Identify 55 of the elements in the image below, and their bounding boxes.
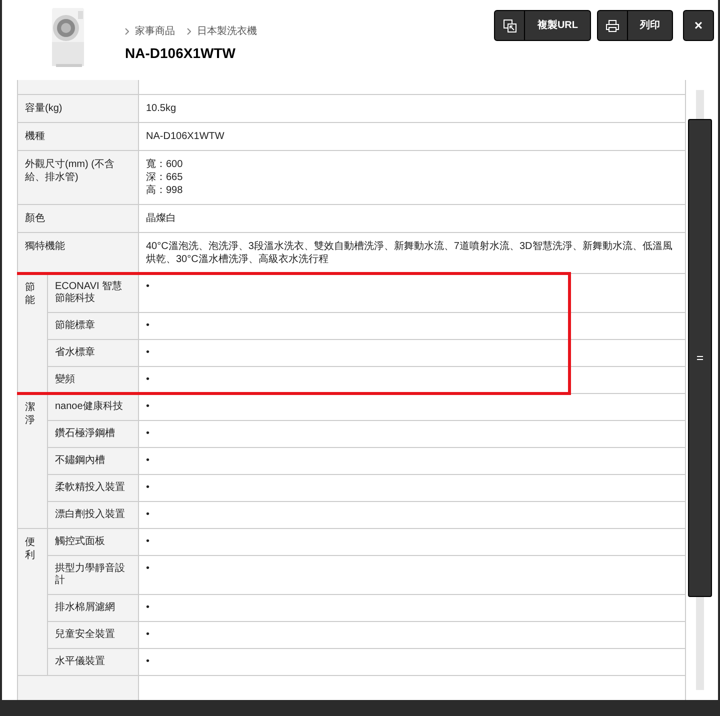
breadcrumb-link[interactable]: 日本製洗衣機	[197, 24, 257, 39]
bullet-mark: •	[146, 428, 150, 439]
bullet-mark: •	[146, 602, 150, 613]
bullet-mark: •	[146, 347, 150, 358]
copy-link-icon	[502, 18, 517, 32]
close-button[interactable]: ×	[683, 10, 714, 41]
print-button[interactable]: 列印	[597, 10, 673, 41]
bullet-mark: •	[146, 656, 150, 667]
bullet-mark: •	[146, 455, 150, 466]
grip-icon	[697, 356, 703, 360]
group-label: 便利	[25, 536, 35, 562]
bullet-mark: •	[146, 509, 150, 520]
feature-label: 排水棉屑濾網	[48, 594, 138, 622]
chevron-icon	[187, 28, 191, 35]
feature-label: 漂白劑投入裝置	[48, 502, 138, 528]
feature-label: nanoe健康科技	[48, 394, 138, 420]
bullet-mark: •	[146, 401, 150, 412]
copy-url-button[interactable]: 複製URL	[494, 10, 591, 41]
spec-label: 機種	[18, 122, 138, 150]
breadcrumb-link[interactable]: 家事商品	[135, 24, 175, 39]
bullet-mark: •	[146, 536, 150, 547]
spec-value: 深：665	[146, 171, 183, 184]
feature-label: 變頻	[48, 366, 138, 394]
spec-value: NA-D106X1WTW	[138, 122, 686, 150]
feature-label: 柔軟精投入裝置	[48, 474, 138, 502]
group-label: 節能	[25, 281, 35, 307]
feature-label: 兒童安全裝置	[48, 622, 138, 648]
feature-label: 水平儀裝置	[48, 648, 138, 676]
spec-value: 10.5kg	[138, 94, 686, 122]
feature-label: 鑽石極淨鋼槽	[48, 420, 138, 448]
group-label: 潔淨	[25, 401, 35, 427]
feature-label: ECONAVI 智慧節能科技	[48, 274, 138, 312]
spec-label: 獨特機能	[18, 232, 138, 274]
bullet-mark: •	[146, 320, 150, 331]
feature-label: 拱型力學靜音設計	[48, 556, 138, 594]
spec-value: 40°C溫泡洗、泡洗淨、3段溫水洗衣、雙效自動槽洗淨、新舞動水流、7道噴射水流、3D智慧洗淨、新舞動水流、低溫風烘乾、30°C溫水槽洗淨、高級衣水洗行程	[138, 232, 686, 274]
feature-label: 省水標章	[48, 340, 138, 366]
bullet-mark: •	[146, 374, 150, 385]
scrollbar-thumb[interactable]	[688, 119, 712, 597]
spec-value: 晶燦白	[138, 204, 686, 232]
bullet-mark: •	[146, 563, 150, 574]
spec-label: 容量(kg)	[18, 94, 138, 122]
spec-label: 外觀尺寸(mm) (不含給、排水管)	[18, 150, 138, 204]
chevron-icon	[125, 28, 129, 35]
bullet-mark: •	[146, 281, 150, 292]
feature-label: 不鏽鋼內槽	[48, 448, 138, 474]
spec-label: 顏色	[18, 204, 138, 232]
product-title: NA-D106X1WTW	[125, 44, 236, 63]
bullet-mark: •	[146, 482, 150, 493]
bullet-mark: •	[146, 629, 150, 640]
spec-value: 寬：600	[146, 158, 183, 171]
printer-icon	[606, 20, 619, 32]
spec-value: 高：998	[146, 184, 183, 197]
feature-label: 節能標章	[48, 312, 138, 340]
feature-label: 觸控式面板	[48, 528, 138, 556]
